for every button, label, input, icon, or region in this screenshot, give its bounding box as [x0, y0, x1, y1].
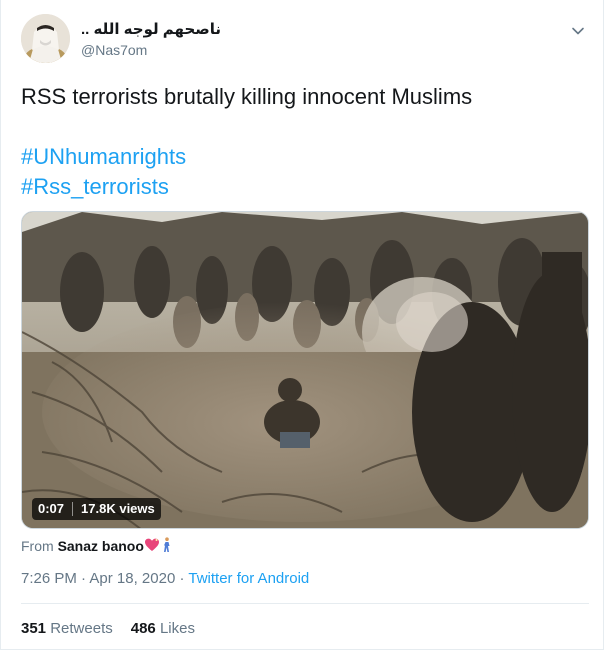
- avatar[interactable]: [21, 14, 70, 63]
- tweet-source-link[interactable]: Twitter for Android: [188, 570, 309, 587]
- meta-separator: ·: [81, 570, 87, 587]
- video-stats-badge: 0:07 17.8K views: [32, 498, 161, 520]
- video-duration: 0:07: [38, 501, 65, 516]
- hashtag-link[interactable]: #Rss_terrorists: [21, 172, 587, 202]
- tweet-text: RSS terrorists brutally killing innocent…: [21, 82, 587, 202]
- attribution-author-link[interactable]: Sanaz banoo: [58, 538, 144, 554]
- likes-stat[interactable]: 486 Likes: [131, 620, 195, 637]
- video-thumbnail: [22, 212, 588, 528]
- author-block: ناصحهم لوجه الله .. @Nas7om: [81, 20, 221, 60]
- meta-separator: ·: [179, 570, 185, 587]
- hashtag-link[interactable]: #UNhumanrights: [21, 142, 587, 172]
- author-handle[interactable]: @Nas7om: [81, 40, 221, 60]
- tweet-time[interactable]: 7:26 PM: [21, 570, 77, 587]
- tweet-header: ناصحهم لوجه الله .. @Nas7om: [21, 14, 587, 66]
- divider: [21, 603, 589, 604]
- retweets-count: 351: [21, 620, 47, 637]
- tweet-date[interactable]: Apr 18, 2020: [89, 570, 175, 587]
- likes-label: Likes: [159, 620, 195, 637]
- tweet-text-gap: [21, 112, 587, 142]
- tweet-stats: 351 Retweets 486 Likes: [21, 618, 195, 640]
- walking-person-emoji-icon: [160, 537, 174, 558]
- badge-divider: [72, 502, 74, 516]
- tweet-text-line: RSS terrorists brutally killing innocent…: [21, 84, 473, 109]
- retweets-stat[interactable]: 351 Retweets: [21, 620, 113, 637]
- tweet-card: ناصحهم لوجه الله .. @Nas7om RSS terroris…: [0, 0, 604, 650]
- video-attribution: From Sanaz banoo: [21, 536, 174, 558]
- retweets-label: Retweets: [50, 620, 113, 637]
- video-views: 17.8K views: [81, 501, 155, 516]
- avatar-image: [21, 14, 70, 63]
- attribution-from-label: From: [21, 538, 54, 554]
- chevron-down-icon[interactable]: [569, 22, 587, 40]
- author-display-name[interactable]: ناصحهم لوجه الله ..: [81, 20, 221, 40]
- tweet-meta: 7:26 PM · Apr 18, 2020 · Twitter for And…: [21, 568, 309, 590]
- video-player[interactable]: 0:07 17.8K views: [21, 211, 589, 529]
- likes-count: 486: [130, 620, 156, 637]
- heart-emoji-icon: [144, 537, 160, 558]
